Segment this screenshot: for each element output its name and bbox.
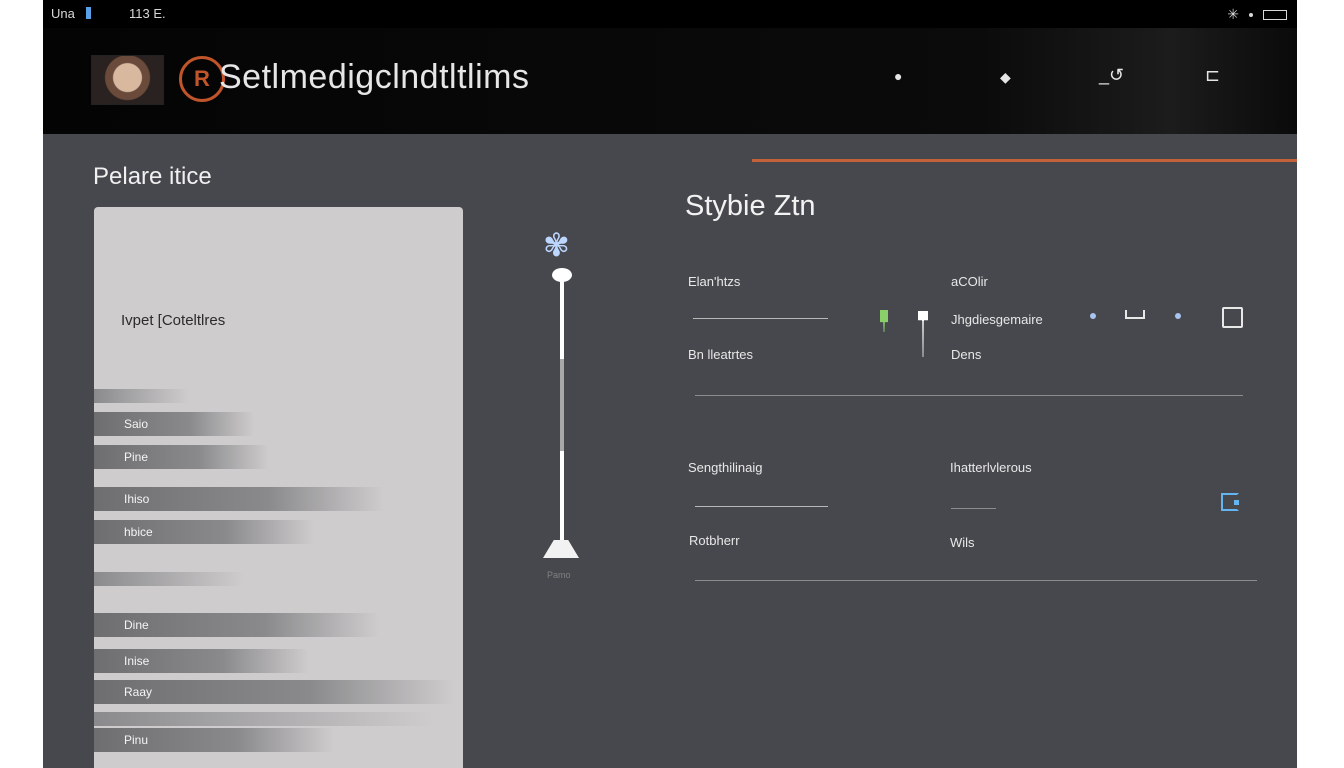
list-item[interactable]: Dine — [94, 613, 379, 637]
row1-right-sublabel: Dens — [951, 347, 982, 362]
flower-icon: ✾ — [543, 227, 570, 263]
row2-right-label: Ihatterlvlerous — [950, 460, 1032, 475]
list-item[interactable]: Inise — [94, 649, 309, 673]
slider-base-icon — [543, 540, 579, 558]
white-pin-icon[interactable] — [918, 311, 928, 357]
section-title: Pelare itice — [93, 163, 212, 190]
status-bar: Una 113 E. ✳ — [43, 0, 1297, 28]
vertical-slider-track[interactable] — [560, 278, 564, 548]
list-item[interactable]: hbice — [94, 520, 314, 544]
row1-left-input-line[interactable] — [693, 318, 828, 319]
row2-left-sublabel: Rotbherr — [689, 533, 740, 548]
status-icons: ✳ — [1227, 6, 1287, 23]
list-item[interactable]: Pine — [94, 445, 269, 469]
row2-right-sublabel: Wils — [950, 535, 975, 550]
list-item[interactable]: Saio — [94, 412, 254, 436]
signal-icon — [86, 7, 91, 19]
wifi-icon: ✳ — [1227, 6, 1239, 22]
carrier-label: Una — [51, 6, 75, 21]
list-item[interactable]: Raay — [94, 680, 454, 704]
row1-left-label: Elan'htzs — [688, 274, 741, 289]
avatar[interactable] — [91, 55, 164, 105]
row-divider — [695, 395, 1243, 396]
app-header: R Setlmedigclndtltlims ● ◆ _↺ ⊏ — [43, 28, 1297, 134]
row1-right-label: aCOlir — [951, 274, 988, 289]
row1-right-value: Jhgdiesgemaire — [951, 312, 1043, 327]
list-divider — [94, 389, 189, 403]
option-dot-icon[interactable] — [1175, 313, 1181, 319]
panel-label: Ivpet [Coteltlres — [121, 312, 226, 329]
dot-icon[interactable]: ● — [894, 68, 902, 84]
accent-divider — [752, 159, 1297, 162]
list-item[interactable]: Pinu — [94, 728, 334, 752]
bracket-icon[interactable] — [1125, 310, 1145, 319]
app-title: Setlmedigclndtltlims — [219, 58, 530, 96]
refresh-icon[interactable]: _↺ — [1099, 65, 1124, 86]
dot-icon — [1249, 12, 1253, 17]
row2-right-input-line[interactable] — [951, 508, 996, 509]
settings-checkbox[interactable] — [1222, 307, 1243, 328]
slider-caption: Pamo — [547, 570, 571, 580]
list-divider — [94, 712, 434, 726]
row2-left-label: Sengthilinaig — [688, 460, 763, 475]
list-item[interactable]: Ihiso — [94, 487, 384, 511]
green-pin-icon[interactable] — [880, 310, 888, 332]
expand-icon[interactable] — [1221, 493, 1239, 511]
list-divider — [94, 572, 244, 586]
vertical-slider-handle[interactable] — [552, 268, 572, 282]
battery-icon — [1263, 9, 1287, 20]
app-window: Una 113 E. ✳ R Setlmedigclndtltlims ● ◆ … — [43, 0, 1297, 768]
settings-title: Stybie Ztn — [685, 190, 816, 222]
row-divider — [695, 580, 1257, 581]
message-icon[interactable]: ⊏ — [1205, 65, 1220, 86]
list-panel: Ivpet [Coteltlres Saio Pine Ihiso hbice … — [94, 207, 463, 768]
row2-left-input-line[interactable] — [695, 506, 828, 507]
diamond-icon[interactable]: ◆ — [1000, 69, 1011, 86]
row1-left-sublabel: Bn lleatrtes — [688, 347, 754, 362]
option-dot-icon[interactable] — [1090, 313, 1096, 319]
status-time: 113 E. — [129, 6, 166, 21]
